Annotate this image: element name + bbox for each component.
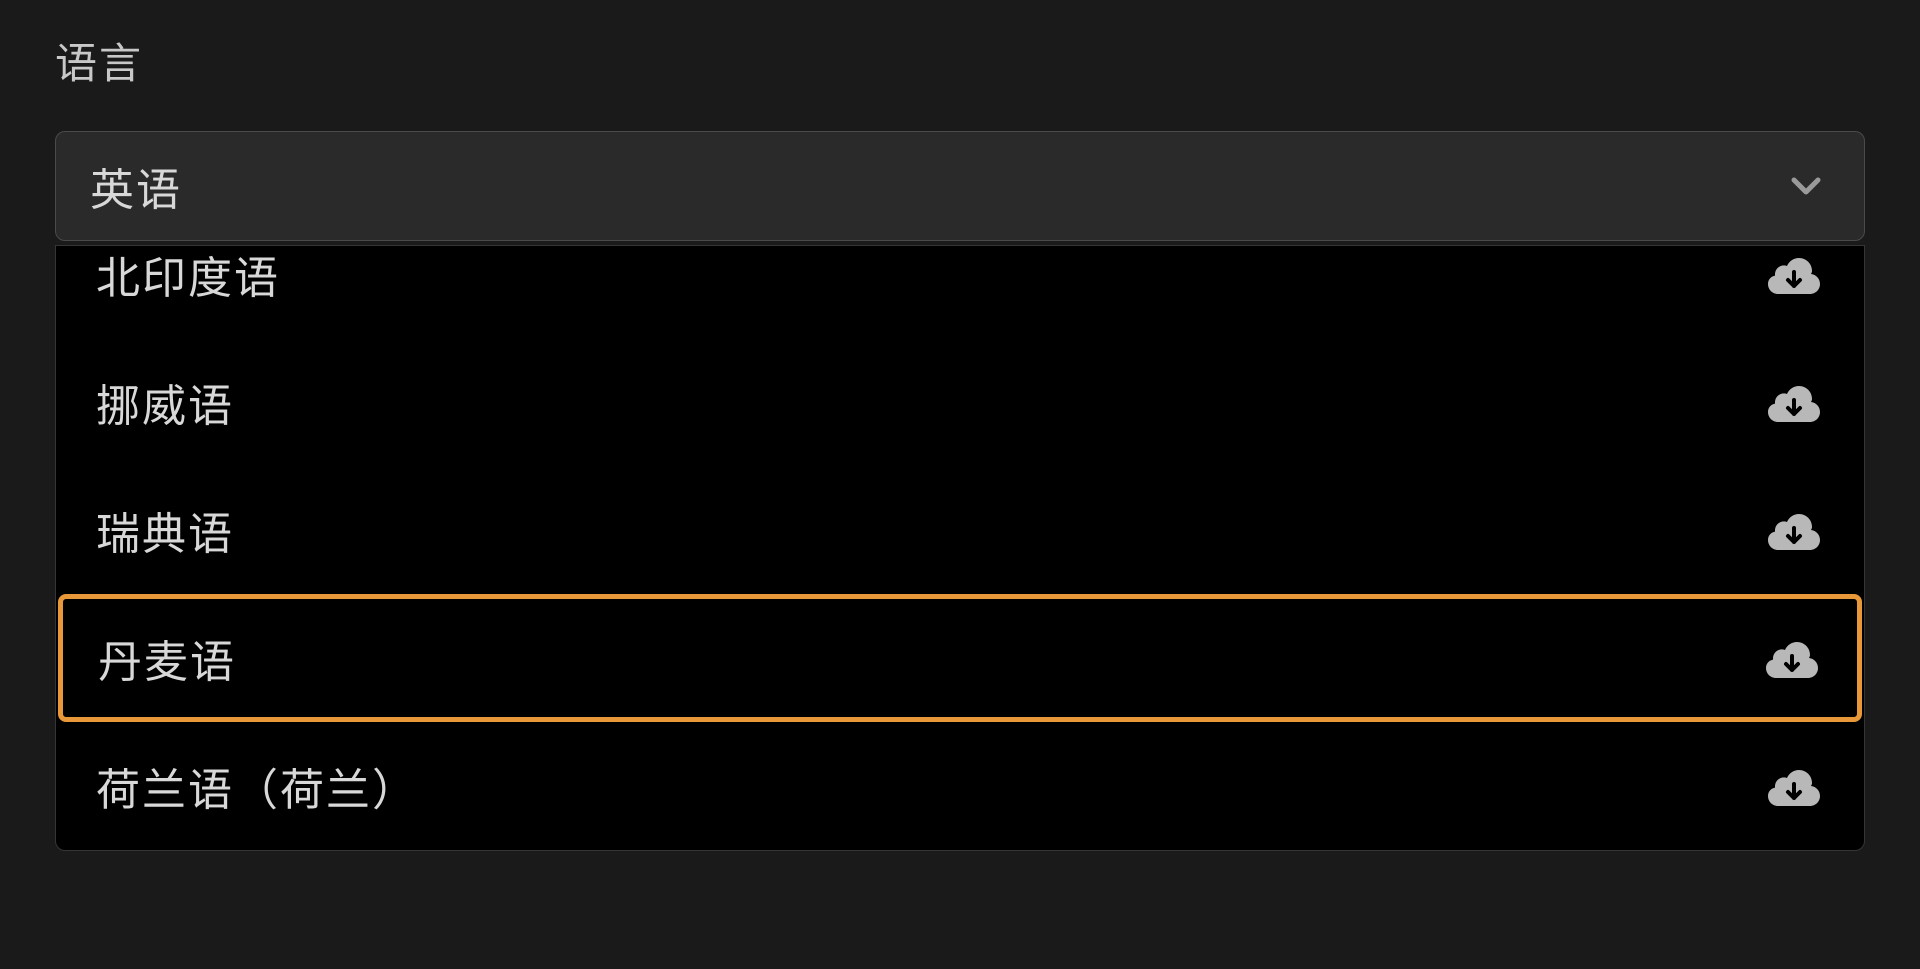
- cloud-download-icon[interactable]: [1764, 250, 1824, 298]
- selected-language-label: 英语: [90, 154, 182, 218]
- cloud-download-icon[interactable]: [1762, 634, 1822, 682]
- cloud-download-icon[interactable]: [1764, 506, 1824, 554]
- language-option-label: 荷兰语（荷兰）: [96, 754, 418, 818]
- language-option-danish[interactable]: 丹麦语: [58, 594, 1862, 722]
- section-label: 语言: [55, 30, 1865, 91]
- language-dropdown: 北印度语 挪威语 瑞典语: [55, 245, 1865, 851]
- language-option-hindi[interactable]: 北印度语: [56, 246, 1864, 338]
- language-option-swedish[interactable]: 瑞典语: [56, 466, 1864, 594]
- language-select[interactable]: 英语: [55, 131, 1865, 241]
- language-section: 语言 英语 北印度语 挪威语: [55, 30, 1865, 851]
- language-option-label: 北印度语: [96, 246, 280, 306]
- language-dropdown-scroll[interactable]: 北印度语 挪威语 瑞典语: [56, 246, 1864, 850]
- cloud-download-icon[interactable]: [1764, 762, 1824, 810]
- language-option-label: 丹麦语: [98, 626, 236, 690]
- language-option-norwegian[interactable]: 挪威语: [56, 338, 1864, 466]
- language-option-label: 挪威语: [96, 370, 234, 434]
- language-option-label: 瑞典语: [96, 498, 234, 562]
- language-option-dutch-nl[interactable]: 荷兰语（荷兰）: [56, 722, 1864, 850]
- chevron-down-icon: [1782, 162, 1830, 210]
- cloud-download-icon[interactable]: [1764, 378, 1824, 426]
